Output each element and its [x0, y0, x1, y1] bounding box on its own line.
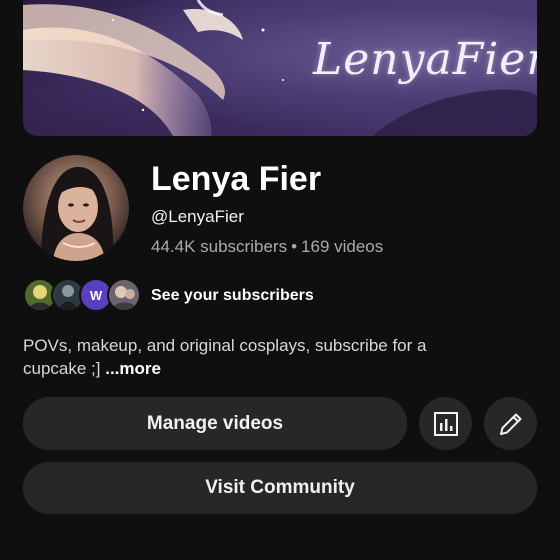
- analytics-icon: [433, 411, 458, 436]
- channel-description[interactable]: POVs, makeup, and original cosplays, sub…: [23, 334, 493, 380]
- visit-community-button[interactable]: Visit Community: [23, 462, 537, 514]
- channel-stats: 44.4K subscribers • 169 videos: [151, 237, 383, 257]
- manage-videos-button[interactable]: Manage videos: [23, 397, 407, 450]
- pencil-icon: [499, 413, 521, 435]
- description-text: POVs, makeup, and original cosplays, sub…: [23, 336, 427, 378]
- video-count: 169 videos: [301, 237, 384, 256]
- subscriber-avatar: [107, 278, 141, 312]
- see-subscribers-link[interactable]: See your subscribers: [151, 287, 314, 305]
- channel-name: Lenya Fier: [151, 160, 322, 198]
- more-link[interactable]: ...more: [105, 359, 161, 378]
- analytics-button[interactable]: [419, 397, 472, 450]
- channel-handle: @LenyaFier: [151, 207, 244, 226]
- banner-script-text: LenyaFier: [313, 34, 537, 85]
- stats-separator: •: [291, 237, 298, 256]
- channel-avatar[interactable]: [23, 155, 129, 261]
- subscriber-count: 44.4K subscribers: [151, 237, 288, 256]
- channel-banner: LenyaFier: [23, 0, 537, 136]
- edit-channel-button[interactable]: [484, 397, 537, 450]
- avatar-portrait: [41, 166, 114, 261]
